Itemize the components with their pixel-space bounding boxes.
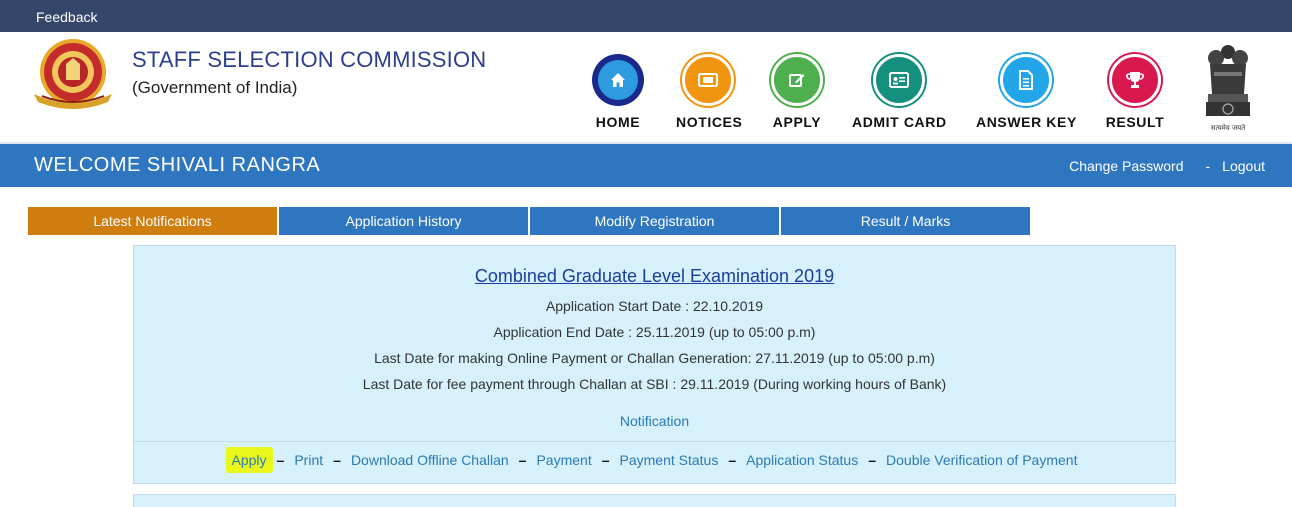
application-end-date: Application End Date : 25.11.2019 (up to… xyxy=(493,324,816,340)
payment-status-link[interactable]: Payment Status xyxy=(620,452,719,468)
challan-payment-last-date: Last Date for fee payment through Challa… xyxy=(362,376,947,392)
tab-latest-notifications[interactable]: Latest Notifications xyxy=(28,207,277,235)
top-bar: Feedback xyxy=(0,0,1292,32)
dash-separator: – xyxy=(276,452,285,468)
result-icon xyxy=(1115,60,1155,100)
notices-icon xyxy=(688,60,728,100)
action-links: Apply – Print – Download Offline Challan – Pay… xyxy=(134,447,1175,473)
nav-notices[interactable]: NOTICES xyxy=(676,54,743,130)
dash-separator: – xyxy=(601,452,610,468)
payment-link[interactable]: Payment xyxy=(536,452,591,468)
welcome-bar: WELCOME SHIVALI RANGRA Change Password - L… xyxy=(0,144,1292,187)
nav-label-answer-key: ANSWER KEY xyxy=(976,114,1077,130)
nav-answer-key[interactable]: ANSWER KEY xyxy=(976,54,1076,130)
feedback-link[interactable]: Feedback xyxy=(36,9,97,25)
tab-modify-registration[interactable]: Modify Registration xyxy=(530,207,779,235)
admit-card-icon xyxy=(879,60,919,100)
nav-apply[interactable]: APPLY xyxy=(771,54,823,130)
national-emblem-icon: सत्यमेव जयते xyxy=(1206,45,1250,132)
application-start-date: Application Start Date : 22.10.2019 xyxy=(545,298,764,314)
tab-bar: Latest Notifications Application History… xyxy=(28,207,1032,235)
notification-panel: Combined Graduate Level Examination 2019… xyxy=(133,245,1176,484)
panel-divider xyxy=(134,441,1175,442)
notification-link[interactable]: Notification xyxy=(134,413,1175,429)
next-notification-panel xyxy=(133,494,1176,507)
svg-text:सत्यमेव जयते: सत्यमेव जयते xyxy=(1211,123,1246,132)
dash-separator: – xyxy=(518,452,527,468)
dash-separator: – xyxy=(868,452,877,468)
tab-application-history[interactable]: Application History xyxy=(279,207,528,235)
link-separator: - xyxy=(1205,158,1211,174)
double-verification-link[interactable]: Double Verification of Payment xyxy=(886,452,1077,468)
online-payment-last-date: Last Date for making Online Payment or C… xyxy=(374,350,935,366)
tab-result-marks[interactable]: Result / Marks xyxy=(781,207,1030,235)
apply-icon xyxy=(777,60,817,100)
exam-title-link[interactable]: Combined Graduate Level Examination 2019 xyxy=(134,266,1175,287)
nav-label-notices: NOTICES xyxy=(676,114,743,130)
answer-key-icon xyxy=(1006,60,1046,100)
home-icon xyxy=(598,60,638,100)
print-link[interactable]: Print xyxy=(294,452,323,468)
nav-label-home: HOME xyxy=(595,114,641,130)
ssc-logo-icon xyxy=(34,39,112,109)
nav-admit-card[interactable]: ADMIT CARD xyxy=(852,54,946,130)
apply-link[interactable]: Apply xyxy=(225,447,273,473)
nav-home[interactable]: HOME xyxy=(592,54,644,130)
org-subtitle: (Government of India) xyxy=(132,78,298,97)
dash-separator: – xyxy=(333,452,341,468)
nav-result[interactable]: RESULT xyxy=(1104,54,1166,130)
nav-label-apply: APPLY xyxy=(772,114,822,130)
welcome-text: WELCOME SHIVALI RANGRA xyxy=(34,154,321,176)
change-password-link[interactable]: Change Password xyxy=(1069,158,1183,174)
logout-link[interactable]: Logout xyxy=(1222,158,1265,174)
nav-label-result: RESULT xyxy=(1105,114,1165,130)
dash-separator: – xyxy=(728,452,737,468)
nav-label-admit-card: ADMIT CARD xyxy=(852,114,947,130)
application-status-link[interactable]: Application Status xyxy=(746,452,858,468)
site-header: STAFF SELECTION COMMISSION (Government o… xyxy=(0,32,1292,142)
download-offline-challan-link[interactable]: Download Offline Challan xyxy=(351,452,509,468)
org-name: STAFF SELECTION COMMISSION xyxy=(132,47,487,72)
